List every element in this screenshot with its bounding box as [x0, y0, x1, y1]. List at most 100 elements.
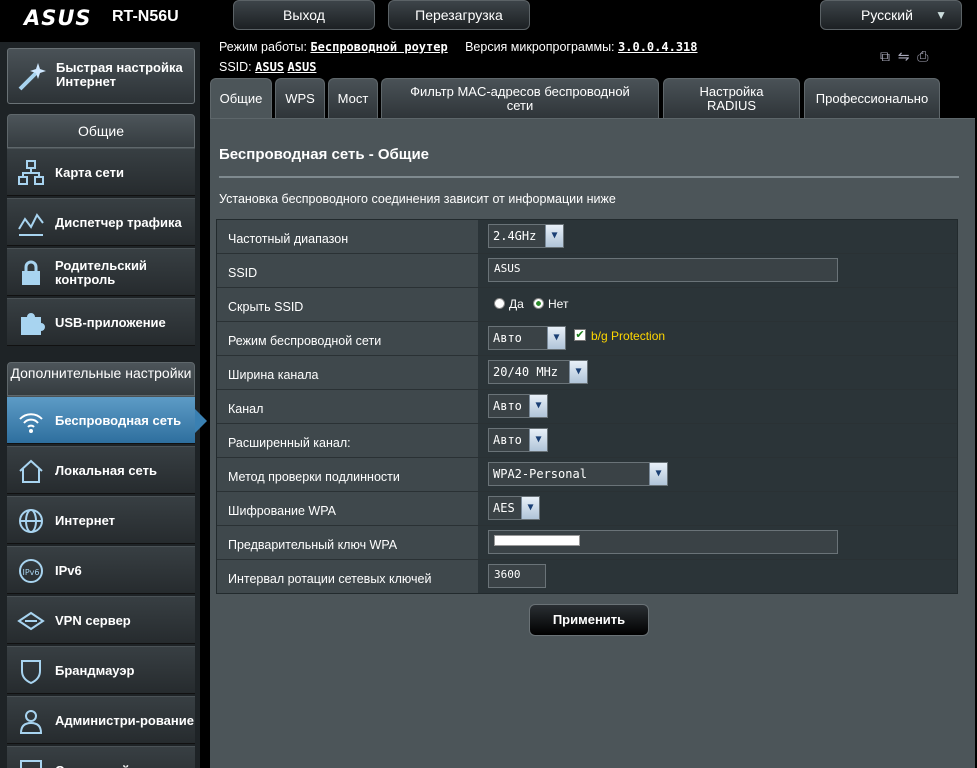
form-row-ssid: SSID ASUS [217, 254, 957, 288]
form-row-rekey: Интервал ротации сетевых ключей 3600 [217, 560, 957, 594]
usb-icon[interactable]: ⇋ [898, 48, 910, 64]
ssid-input[interactable]: ASUS [488, 258, 838, 282]
general-section-header: Общие [7, 114, 195, 148]
sidebar-item-wireless[interactable]: Беспроводная сеть [7, 396, 207, 444]
apply-button[interactable]: Применить [529, 604, 649, 636]
form-row-encryption: Шифрование WPA AES ▼ [217, 492, 957, 526]
network-status-icon[interactable]: ⧉ [880, 48, 890, 64]
chevron-down-icon: ▼ [649, 463, 667, 485]
chevron-down-icon: ▼ [521, 497, 539, 519]
sidebar-item-internet[interactable]: Интернет [7, 496, 195, 544]
hide-ssid-label: Скрыть SSID [217, 288, 478, 321]
form-row-psk: Предварительный ключ WPA [217, 526, 957, 560]
tab-professional[interactable]: Профессионально [804, 78, 940, 118]
asus-logo: ASUS [24, 6, 92, 30]
form-row-mode: Режим беспроводной сети Авто ▼ ✔ b/g Prot… [217, 322, 957, 356]
hide-ssid-no-radio[interactable]: Нет [533, 297, 568, 311]
top-bar: ASUS RT-N56U Выход Перезагрузка Русский … [0, 0, 977, 32]
sidebar-item-vpn[interactable]: VPN сервер [7, 596, 195, 644]
sidebar-item-label: Карта сети [55, 165, 124, 180]
bg-protection-label: b/g Protection [591, 329, 666, 343]
sidebar-item-label: IPv6 [55, 563, 82, 578]
wireless-settings-form: Частотный диапазон 2.4GHz ▼ SSID ASUS Скр… [216, 219, 958, 594]
traffic-manager-icon [18, 213, 44, 236]
radio-dot [494, 298, 505, 309]
reboot-button[interactable]: Перезагрузка [388, 0, 530, 30]
operation-mode-link[interactable]: Беспроводной роутер [310, 40, 447, 54]
ssid-link-1[interactable]: ASUS [255, 60, 284, 74]
auth-method-select[interactable]: WPA2-Personal ▼ [488, 462, 668, 486]
printer-icon[interactable]: ⎙ [917, 48, 928, 64]
sidebar: Быстрая настройка Интернет Общие Карта с… [0, 42, 207, 768]
encryption-select[interactable]: AES ▼ [488, 496, 540, 520]
page-description: Установка беспроводного соединения завис… [219, 192, 616, 206]
sidebar-item-parental-control[interactable]: Родительский контроль [7, 248, 195, 296]
form-row-hide-ssid: Скрыть SSID Да Нет [217, 288, 957, 322]
band-label: Частотный диапазон [217, 220, 478, 253]
lock-icon [22, 260, 40, 285]
rekey-interval-input[interactable]: 3600 [488, 564, 546, 588]
psk-masked-value [494, 535, 580, 546]
rekey-interval-label: Интервал ротации сетевых ключей [217, 560, 478, 593]
ext-channel-label: Расширенный канал: [217, 424, 478, 457]
quick-setup-button[interactable]: Быстрая настройка Интернет [7, 48, 195, 104]
sidebar-item-firewall[interactable]: Брандмауэр [7, 646, 195, 694]
band-value: 2.4GHz [493, 229, 537, 243]
encryption-label: Шифрование WPA [217, 492, 478, 525]
divider [219, 176, 959, 178]
hide-ssid-yes-radio[interactable]: Да [494, 297, 524, 311]
ext-channel-select[interactable]: Авто ▼ [488, 428, 548, 452]
sidebar-item-administration[interactable]: Администри-рование [7, 696, 195, 744]
ssid-label: SSID [217, 254, 478, 287]
system-log-icon [20, 760, 42, 768]
sidebar-item-label: Администри-рование [55, 713, 194, 728]
sidebar-item-system-log[interactable]: Системный [7, 746, 195, 768]
logout-button[interactable]: Выход [233, 0, 375, 30]
form-row-band: Частотный диапазон 2.4GHz ▼ [217, 220, 957, 254]
ipv6-icon: IPv6 [19, 559, 43, 583]
sidebar-item-network-map[interactable]: Карта сети [7, 148, 195, 196]
tab-general[interactable]: Общие [210, 78, 272, 118]
shield-icon [21, 660, 41, 685]
channel-width-value: 20/40 MHz [493, 365, 559, 379]
encryption-value: AES [493, 501, 515, 515]
sidebar-item-ipv6[interactable]: IPv6 IPv6 [7, 546, 195, 594]
channel-value: Авто [493, 399, 522, 413]
sidebar-item-label: Беспроводная сеть [55, 413, 182, 428]
no-label: Нет [548, 297, 569, 311]
chevron-down-icon: ▼ [569, 361, 587, 383]
channel-width-select[interactable]: 20/40 MHz ▼ [488, 360, 588, 384]
channel-select[interactable]: Авто ▼ [488, 394, 548, 418]
sidebar-item-traffic-manager[interactable]: Диспетчер трафика [7, 198, 195, 246]
firmware-version-link[interactable]: 3.0.0.4.318 [618, 40, 697, 54]
chevron-down-icon: ▼ [547, 327, 565, 349]
ssid-link-2[interactable]: ASUS [288, 60, 317, 74]
sidebar-item-label: Брандмауэр [55, 663, 135, 678]
tab-bridge[interactable]: Мост [328, 78, 378, 118]
sidebar-item-usb-app[interactable]: USB-приложение [7, 298, 195, 346]
wireless-mode-select[interactable]: Авто ▼ [488, 326, 566, 350]
status-icons: ⧉ ⇋ ⎙ [880, 48, 929, 65]
operation-mode-line: Режим работы: Беспроводной роутер Версия… [219, 40, 698, 54]
band-select[interactable]: 2.4GHz ▼ [488, 224, 564, 248]
language-select[interactable]: Русский ▼ [820, 0, 962, 30]
tab-wps[interactable]: WPS [275, 78, 325, 118]
admin-user-icon [19, 710, 43, 734]
magic-wand-icon [18, 63, 46, 91]
tab-radius[interactable]: Настройка RADIUS [663, 78, 800, 118]
auth-method-value: WPA2-Personal [493, 467, 587, 481]
sidebar-item-lan[interactable]: Локальная сеть [7, 446, 195, 494]
vpn-icon [17, 611, 45, 631]
sidebar-item-label: Системный [55, 747, 130, 768]
firmware-label: Версия микропрограммы: [465, 40, 615, 54]
tab-mac-filter[interactable]: Фильтр MAC-адресов беспроводной сети [381, 78, 659, 118]
ssid-line: SSID: ASUS ASUS [219, 60, 316, 74]
chevron-down-icon: ▼ [935, 8, 947, 22]
sidebar-item-label: Диспетчер трафика [55, 215, 182, 230]
form-row-ext-channel: Расширенный канал: Авто ▼ [217, 424, 957, 458]
page-title: Беспроводная сеть - Общие [219, 146, 430, 163]
form-row-channel-width: Ширина канала 20/40 MHz ▼ [217, 356, 957, 390]
psk-input[interactable] [488, 530, 838, 554]
puzzle-icon [21, 313, 45, 335]
bg-protection-checkbox[interactable]: ✔ [574, 329, 586, 341]
